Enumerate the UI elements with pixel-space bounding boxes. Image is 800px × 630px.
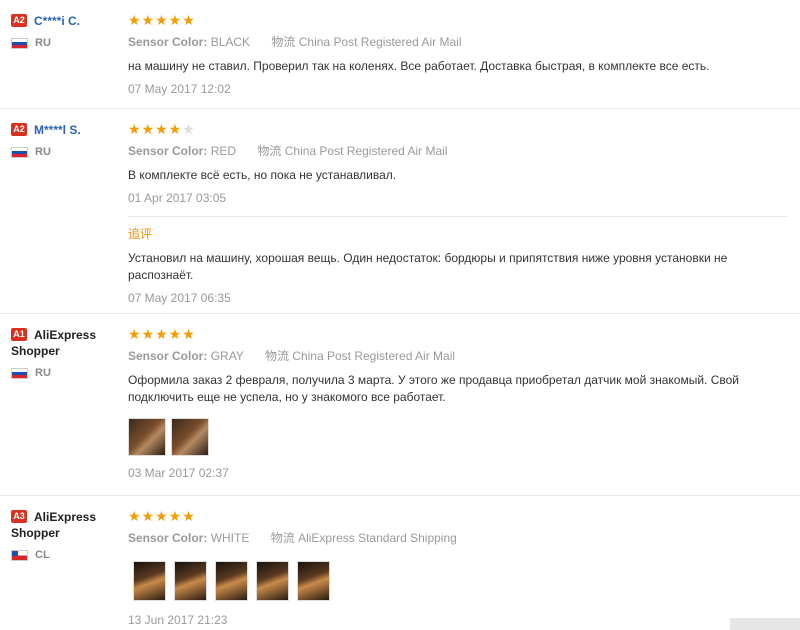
reviewer-info: A2 C****i C. RU xyxy=(11,13,116,49)
reviewer-name: AliExpress Shopper xyxy=(11,510,97,540)
review-photos xyxy=(128,418,788,456)
review-photo-thumbnail[interactable] xyxy=(297,561,330,601)
reviewer-info: A1 AliExpress Shopper RU xyxy=(11,327,116,379)
review-photo-thumbnail[interactable] xyxy=(128,418,166,456)
scroll-corner xyxy=(730,618,800,630)
russia-flag-icon xyxy=(11,367,28,379)
star-rating: ★★★★★ xyxy=(128,121,196,137)
buyer-level-badge: A2 xyxy=(11,14,27,27)
sensor-color-value: RED xyxy=(210,144,237,158)
followup-review: 追评 Установил на машину, хорошая вещь. Од… xyxy=(128,216,788,306)
reviewer-info: A2 M****l S. RU xyxy=(11,122,116,158)
review-date: 13 Jun 2017 21:23 xyxy=(128,613,228,627)
shipping-method: China Post Registered Air Mail xyxy=(298,35,462,49)
buyer-level-badge: A2 xyxy=(11,123,27,136)
reviewer-name: AliExpress Shopper xyxy=(11,328,97,358)
reviewer-info: A3 AliExpress Shopper CL xyxy=(11,509,116,561)
sensor-color-label: Sensor Color: xyxy=(128,144,208,158)
reviewer-country: CL xyxy=(35,549,50,561)
reviewer-name[interactable]: C****i C. xyxy=(34,13,80,29)
star-rating: ★★★★★ xyxy=(128,508,196,524)
russia-flag-icon xyxy=(11,37,28,49)
review-item: A2 M****l S. RU ★★★★★ Sensor Color: RED … xyxy=(0,108,800,314)
star-rating: ★★★★★ xyxy=(128,326,196,342)
star-rating: ★★★★★ xyxy=(128,12,196,28)
sensor-color-value: GRAY xyxy=(210,349,244,363)
shipping-method: China Post Registered Air Mail xyxy=(292,349,456,363)
review-photos xyxy=(133,561,788,601)
review-photo-thumbnail[interactable] xyxy=(133,561,166,601)
sensor-color-value: BLACK xyxy=(210,35,251,49)
review-date: 07 May 2017 12:02 xyxy=(128,82,231,96)
review-item: A2 C****i C. RU ★★★★★ Sensor Color: BLAC… xyxy=(0,0,800,109)
review-text: В комплекте всё есть, но пока не устанав… xyxy=(128,168,397,182)
review-photo-thumbnail[interactable] xyxy=(171,418,209,456)
shipping-method: AliExpress Standard Shipping xyxy=(298,531,457,545)
review-text: на машину не ставил. Проверил так на кол… xyxy=(128,59,710,73)
sensor-color-label: Sensor Color: xyxy=(128,531,208,545)
shipping-label: 物流 xyxy=(271,35,296,49)
followup-date: 07 May 2017 06:35 xyxy=(128,291,231,305)
shipping-label: 物流 xyxy=(257,144,282,158)
reviewer-country: RU xyxy=(35,367,51,379)
reviewer-country: RU xyxy=(35,37,51,49)
review-date: 03 Mar 2017 02:37 xyxy=(128,466,229,480)
reviewer-country: RU xyxy=(35,146,51,158)
followup-label: 追评 xyxy=(128,227,153,241)
reviewer-name[interactable]: M****l S. xyxy=(34,122,81,138)
review-item: A1 AliExpress Shopper RU ★★★★★ Sensor Co… xyxy=(0,313,800,496)
shipping-method: China Post Registered Air Mail xyxy=(284,144,448,158)
review-photo-thumbnail[interactable] xyxy=(174,561,207,601)
shipping-label: 物流 xyxy=(270,531,295,545)
order-attributes: Sensor Color: BLACK 物流 China Post Regist… xyxy=(128,35,788,50)
review-date: 01 Apr 2017 03:05 xyxy=(128,191,227,205)
chile-flag-icon xyxy=(11,549,28,561)
review-text: Оформила заказ 2 февраля, получила 3 мар… xyxy=(128,373,740,404)
review-photo-thumbnail[interactable] xyxy=(256,561,289,601)
shipping-label: 物流 xyxy=(264,349,289,363)
sensor-color-label: Sensor Color: xyxy=(128,349,208,363)
review-photo-thumbnail[interactable] xyxy=(215,561,248,601)
review-item: A3 AliExpress Shopper CL ★★★★★ Sensor Co… xyxy=(0,495,800,630)
order-attributes: Sensor Color: WHITE 物流 AliExpress Standa… xyxy=(128,531,788,546)
sensor-color-label: Sensor Color: xyxy=(128,35,208,49)
followup-text: Установил на машину, хорошая вещь. Один … xyxy=(128,251,728,282)
sensor-color-value: WHITE xyxy=(210,531,250,545)
order-attributes: Sensor Color: GRAY 物流 China Post Registe… xyxy=(128,349,788,364)
order-attributes: Sensor Color: RED 物流 China Post Register… xyxy=(128,144,788,159)
russia-flag-icon xyxy=(11,146,28,158)
